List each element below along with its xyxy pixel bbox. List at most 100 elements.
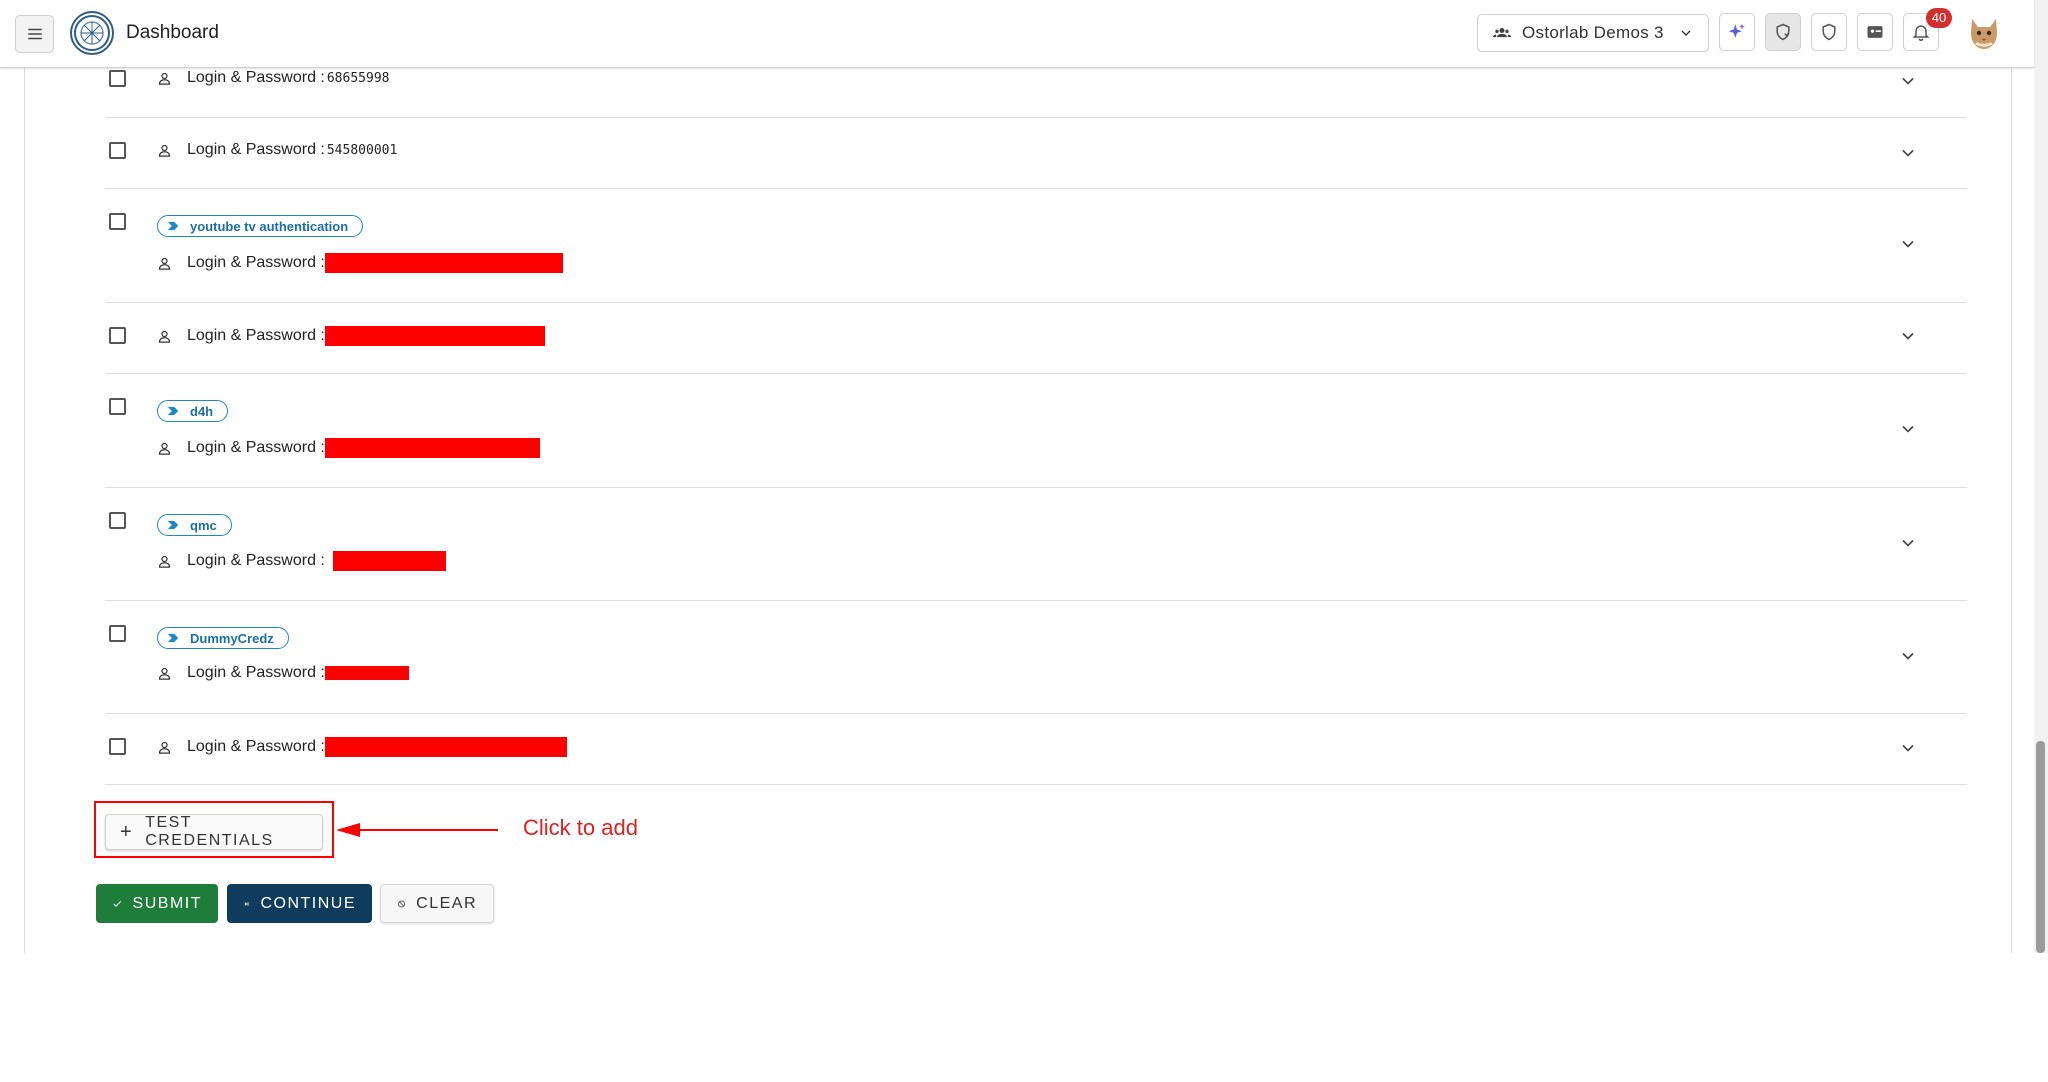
- add-button-label: TEST CREDENTIALS: [145, 814, 274, 849]
- tag-label: qmc: [190, 517, 217, 533]
- redacted-value: [324, 253, 563, 273]
- chevron-down-icon[interactable]: [1898, 326, 1918, 346]
- credential-label: Login & Password :: [187, 664, 325, 681]
- person-icon: [158, 330, 171, 343]
- redacted-value: [324, 438, 540, 458]
- chevron-down-icon[interactable]: [1898, 533, 1918, 553]
- check-icon: [113, 900, 122, 907]
- label-tag-icon: [167, 406, 179, 416]
- redacted-value: [332, 551, 446, 571]
- credential-row: Login & Password : 545800001: [105, 117, 1967, 189]
- top-app-bar: Dashboard Ostorlab Demos 3 40: [0, 0, 2034, 68]
- credential-tag[interactable]: qmc: [157, 514, 232, 536]
- menu-button[interactable]: [15, 15, 54, 53]
- row-checkbox[interactable]: [109, 625, 126, 642]
- credential-line: Login & Password :: [157, 551, 446, 571]
- credential-line: Login & Password : 68655998: [157, 69, 389, 87]
- scrollbar-thumb[interactable]: [2036, 741, 2045, 953]
- credential-label: Login & Password :: [187, 254, 325, 271]
- tag-label: d4h: [190, 403, 214, 419]
- redacted-value: [324, 737, 567, 757]
- credential-row: d4h Login & Password :: [105, 373, 1967, 488]
- person-icon: [158, 257, 171, 270]
- ostorlab-logo[interactable]: [70, 11, 114, 55]
- team-icon: [1492, 28, 1512, 38]
- chevron-down-icon[interactable]: [1898, 419, 1918, 439]
- label-tag-icon: [167, 520, 179, 530]
- credential-label: Login & Password :: [187, 69, 325, 86]
- row-checkbox[interactable]: [109, 142, 126, 159]
- credential-label: Login & Password :: [187, 738, 325, 755]
- tag-label: youtube tv authentication: [190, 218, 349, 234]
- chevron-down-icon[interactable]: [1898, 143, 1918, 163]
- credential-tag[interactable]: youtube tv authentication: [157, 215, 364, 237]
- continue-button[interactable]: CONTINUE: [227, 884, 372, 923]
- person-icon: [158, 144, 171, 157]
- chevron-down-icon[interactable]: [1898, 646, 1918, 666]
- credential-row: Login & Password :: [105, 302, 1967, 374]
- sparkle-ai-icon: [1728, 23, 1745, 38]
- credential-row: DummyCredz Login & Password :: [105, 600, 1967, 714]
- redacted-value: [324, 326, 545, 346]
- credential-row: youtube tv authentication Login & Passwo…: [105, 188, 1967, 303]
- credential-value: 68655998: [326, 70, 390, 86]
- credential-value: 545800001: [326, 142, 398, 158]
- row-checkbox[interactable]: [109, 398, 126, 415]
- label-tag-icon: [167, 221, 179, 231]
- submit-button[interactable]: SUBMIT: [96, 884, 218, 923]
- person-icon: [158, 667, 171, 680]
- security-button[interactable]: [1811, 13, 1847, 51]
- person-icon: [158, 741, 171, 754]
- row-checkbox[interactable]: [109, 327, 126, 344]
- row-checkbox[interactable]: [109, 512, 126, 529]
- skip-next-icon: [244, 901, 249, 906]
- shield-icon: [1822, 23, 1836, 41]
- tag-label: DummyCredz: [190, 630, 274, 646]
- organization-name: Ostorlab Demos 3: [1522, 23, 1664, 42]
- row-checkbox[interactable]: [109, 70, 126, 87]
- submit-label: SUBMIT: [132, 894, 202, 912]
- person-icon: [158, 442, 171, 455]
- id-card-icon: [1867, 26, 1883, 38]
- shield-sync-icon: [1776, 23, 1790, 41]
- credential-line: Login & Password :: [157, 737, 567, 757]
- ai-assistant-button[interactable]: [1719, 13, 1755, 51]
- credential-line: Login & Password :: [157, 253, 563, 273]
- add-test-credentials-button[interactable]: + TEST CREDENTIALS: [105, 814, 323, 850]
- credential-row: qmc Login & Password :: [105, 487, 1967, 601]
- credential-row: Login & Password : 68655998: [105, 60, 1967, 118]
- cat-avatar: [1971, 19, 1997, 49]
- row-checkbox[interactable]: [109, 213, 126, 230]
- plus-icon: +: [120, 820, 134, 843]
- annotation-text: Click to add: [523, 815, 638, 840]
- chevron-down-icon: [1681, 30, 1691, 36]
- chevron-down-icon[interactable]: [1898, 234, 1918, 254]
- person-icon: [158, 555, 171, 568]
- credential-tag[interactable]: d4h: [157, 400, 229, 422]
- chevron-down-icon[interactable]: [1898, 71, 1918, 91]
- clear-label: CLEAR: [416, 894, 477, 912]
- row-checkbox[interactable]: [109, 738, 126, 755]
- person-icon: [158, 72, 171, 85]
- profile-card-button[interactable]: [1857, 13, 1893, 51]
- continue-label: CONTINUE: [260, 894, 356, 912]
- credential-tag[interactable]: DummyCredz: [157, 627, 289, 649]
- block-icon: [398, 900, 405, 907]
- menu-icon: [27, 28, 42, 40]
- scan-shield-button[interactable]: [1765, 13, 1801, 51]
- credential-line: Login & Password :: [157, 438, 540, 458]
- page-title: Dashboard: [126, 22, 219, 43]
- credential-row: Login & Password :: [105, 713, 1967, 785]
- credential-label: Login & Password :: [187, 327, 325, 344]
- credential-line: Login & Password :: [157, 326, 545, 346]
- credential-label: Login & Password :: [187, 141, 325, 158]
- credential-label: Login & Password :: [187, 439, 325, 456]
- credential-label: Login & Password :: [187, 552, 325, 569]
- user-avatar[interactable]: [1964, 13, 2004, 53]
- organization-select[interactable]: Ostorlab Demos 3: [1477, 14, 1709, 52]
- credential-line: Login & Password :: [157, 664, 409, 682]
- redacted-value: [324, 666, 409, 680]
- chevron-down-icon[interactable]: [1898, 738, 1918, 758]
- clear-button[interactable]: CLEAR: [380, 884, 494, 923]
- label-tag-icon: [167, 633, 179, 643]
